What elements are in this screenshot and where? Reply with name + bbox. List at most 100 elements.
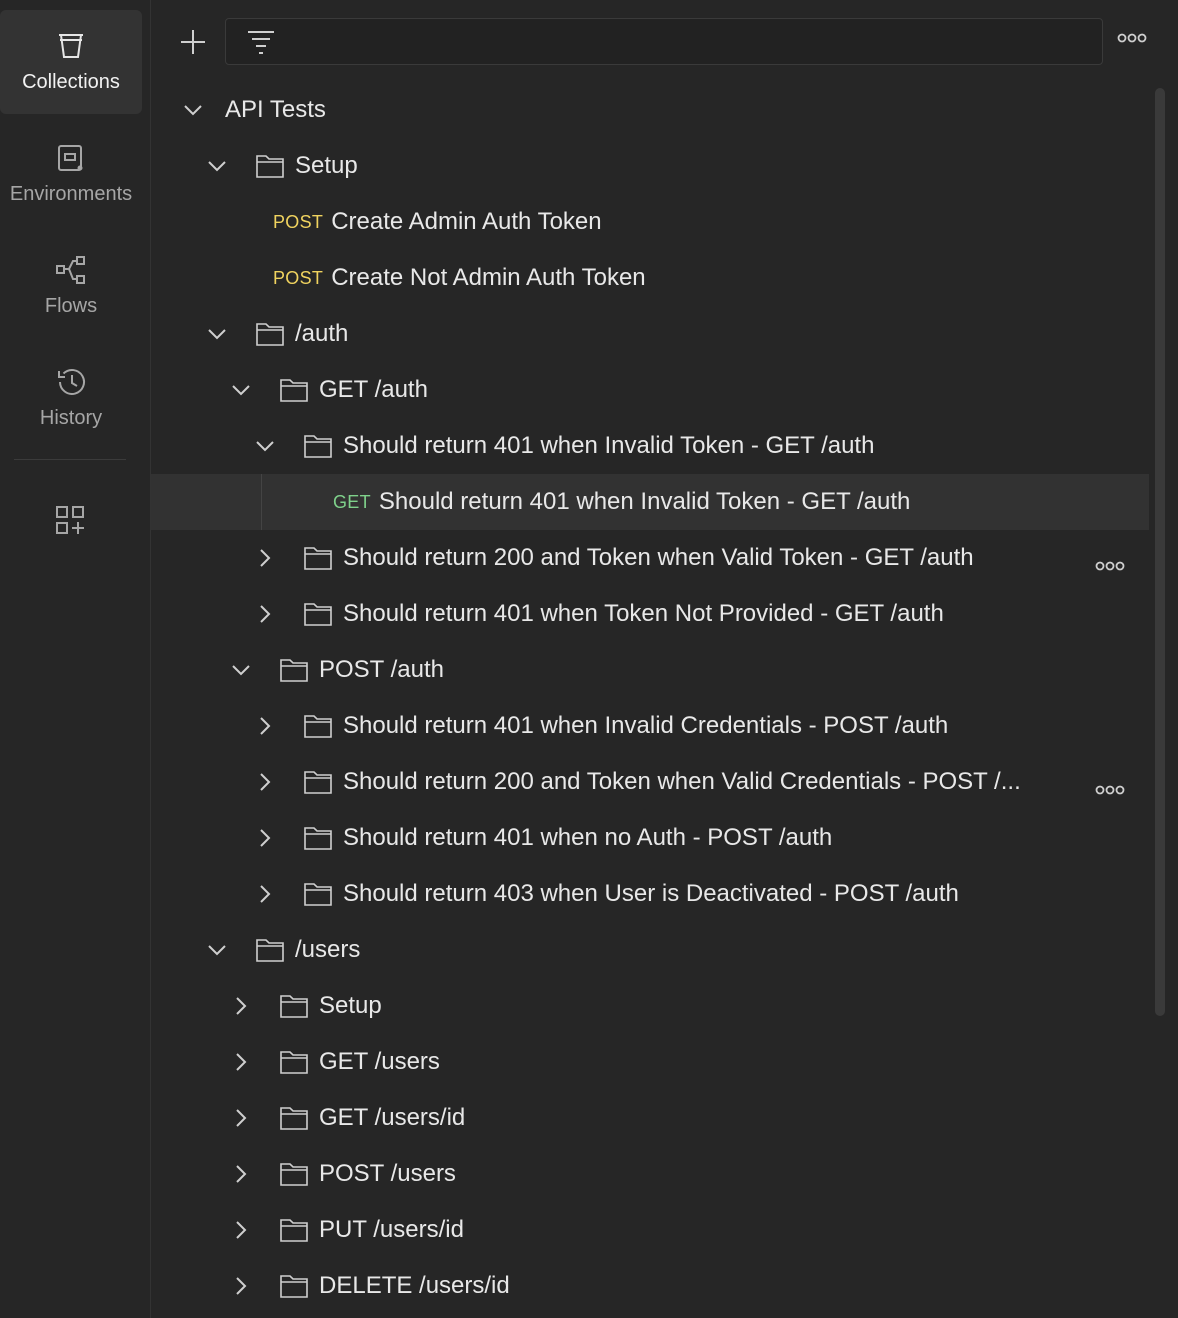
tree-label: Should return 200 and Token when Valid C… [343, 768, 1021, 795]
folder-icon [279, 376, 309, 404]
rail-item-flows[interactable]: Flows [0, 234, 142, 338]
chevron-down-icon[interactable] [205, 938, 229, 962]
rail-label: History [39, 406, 103, 429]
folder-icon [303, 712, 333, 740]
folder-icon [279, 656, 309, 684]
folder-icon [255, 152, 285, 180]
chevron-down-icon[interactable] [181, 98, 205, 122]
indent-guide [261, 474, 262, 530]
tree-folder-post-users[interactable]: POST /users [151, 1146, 1149, 1202]
folder-icon [303, 768, 333, 796]
tree-request-create-admin-auth-token[interactable]: POST Create Admin Auth Token [151, 194, 1149, 250]
chevron-down-icon[interactable] [229, 378, 253, 402]
add-widget-button[interactable] [50, 500, 90, 540]
more-dots-icon [1117, 33, 1147, 43]
chevron-down-icon[interactable] [205, 154, 229, 178]
chevron-right-icon[interactable] [229, 1162, 253, 1186]
more-options-button[interactable] [1117, 30, 1147, 48]
tree-label: DELETE /users/id [319, 1272, 510, 1299]
chevron-right-icon[interactable] [229, 1218, 253, 1242]
tree-label: GET /auth [319, 376, 428, 403]
more-dots-icon [1095, 561, 1125, 571]
add-button[interactable] [177, 24, 209, 60]
rail-label: Flows [44, 294, 98, 317]
folder-icon [303, 600, 333, 628]
folder-icon [255, 936, 285, 964]
tree-label: POST /auth [319, 656, 444, 683]
tree-folder-get-users[interactable]: GET /users [151, 1034, 1149, 1090]
tree-folder-put-users-id[interactable]: PUT /users/id [151, 1202, 1149, 1258]
folder-icon [303, 824, 333, 852]
tree-folder-post-auth[interactable]: POST /auth [151, 642, 1149, 698]
tree-folder-valid-credentials[interactable]: Should return 200 and Token when Valid C… [151, 754, 1149, 810]
tree-label: Should return 401 when Invalid Credentia… [343, 712, 949, 739]
plus-icon [181, 30, 205, 54]
tree-folder-token-not-provided[interactable]: Should return 401 when Token Not Provide… [151, 586, 1149, 642]
chevron-right-icon[interactable] [229, 1274, 253, 1298]
trash-cup-icon [59, 33, 83, 58]
tree-label: Setup [295, 152, 358, 179]
folder-icon [303, 544, 333, 572]
history-icon [58, 368, 85, 395]
chevron-right-icon[interactable] [253, 602, 277, 626]
environment-icon [58, 144, 83, 171]
tree-label: Should return 401 when Invalid Token - G… [378, 488, 911, 515]
tree-root-api-tests[interactable]: API Tests [151, 82, 1149, 138]
chevron-right-icon[interactable] [229, 994, 253, 1018]
left-rail: Collections Environments Flows History [0, 0, 151, 1318]
flows-icon [56, 255, 85, 284]
method-badge: POST [273, 211, 324, 232]
filter-input[interactable] [225, 18, 1103, 65]
tree-folder-user-deactivated[interactable]: Should return 403 when User is Deactivat… [151, 866, 1149, 922]
chevron-right-icon[interactable] [253, 770, 277, 794]
folder-icon [303, 432, 333, 460]
method-badge: POST [273, 267, 324, 288]
tree-request-create-not-admin-auth-token[interactable]: POST Create Not Admin Auth Token [151, 250, 1149, 306]
tree-folder-delete-users-id[interactable]: DELETE /users/id [151, 1258, 1149, 1314]
tree-folder-get-users-id[interactable]: GET /users/id [151, 1090, 1149, 1146]
tree-label: Should return 401 when no Auth - POST /a… [343, 824, 833, 851]
folder-icon [303, 880, 333, 908]
tree-folder-setup[interactable]: Setup [151, 138, 1149, 194]
chevron-right-icon[interactable] [253, 826, 277, 850]
rail-label: Collections [22, 70, 120, 93]
tree-folder-users-setup[interactable]: Setup [151, 978, 1149, 1034]
folder-icon [255, 320, 285, 348]
tree-label: API Tests [225, 96, 326, 123]
tree-folder-invalid-credentials[interactable]: Should return 401 when Invalid Credentia… [151, 698, 1149, 754]
tree-folder-no-auth[interactable]: Should return 401 when no Auth - POST /a… [151, 810, 1149, 866]
rail-item-history[interactable]: History [0, 346, 142, 450]
tree-label: Should return 403 when User is Deactivat… [343, 880, 959, 907]
folder-icon [279, 992, 309, 1020]
chevron-down-icon[interactable] [253, 434, 277, 458]
collections-panel: API Tests Setup POST Create Admin Auth T… [151, 0, 1178, 1318]
tree-folder-auth[interactable]: /auth [151, 306, 1149, 362]
tree-label: GET /users/id [319, 1104, 466, 1131]
row-more-button[interactable] [1095, 550, 1125, 578]
tree-folder-get-auth[interactable]: GET /auth [151, 362, 1149, 418]
tree-folder-valid-token[interactable]: Should return 200 and Token when Valid T… [151, 530, 1149, 586]
add-widget-icon [56, 506, 84, 534]
chevron-right-icon[interactable] [253, 546, 277, 570]
chevron-right-icon[interactable] [253, 882, 277, 906]
chevron-down-icon[interactable] [229, 658, 253, 682]
chevron-right-icon[interactable] [253, 714, 277, 738]
rail-item-environments[interactable]: Environments [0, 122, 142, 226]
tree-label: Should return 401 when Invalid Token - G… [343, 432, 875, 459]
tree-label: /auth [295, 320, 349, 347]
scrollbar[interactable] [1155, 88, 1165, 1016]
tree-folder-invalid-token[interactable]: Should return 401 when Invalid Token - G… [151, 418, 1149, 474]
rail-item-collections[interactable]: Collections [0, 10, 142, 114]
tree-request-invalid-token-selected[interactable]: GET Should return 401 when Invalid Token… [151, 474, 1149, 530]
row-more-button[interactable] [1095, 774, 1125, 802]
filter-icon [248, 31, 274, 54]
tree-label: Should return 401 when Token Not Provide… [343, 600, 944, 627]
chevron-right-icon[interactable] [229, 1106, 253, 1130]
tree-label: Create Not Admin Auth Token [331, 264, 646, 291]
chevron-right-icon[interactable] [229, 1050, 253, 1074]
tree-folder-users[interactable]: /users [151, 922, 1149, 978]
chevron-down-icon[interactable] [205, 322, 229, 346]
method-badge: GET [333, 491, 371, 512]
folder-icon [279, 1048, 309, 1076]
tree-label: POST /users [319, 1160, 456, 1187]
